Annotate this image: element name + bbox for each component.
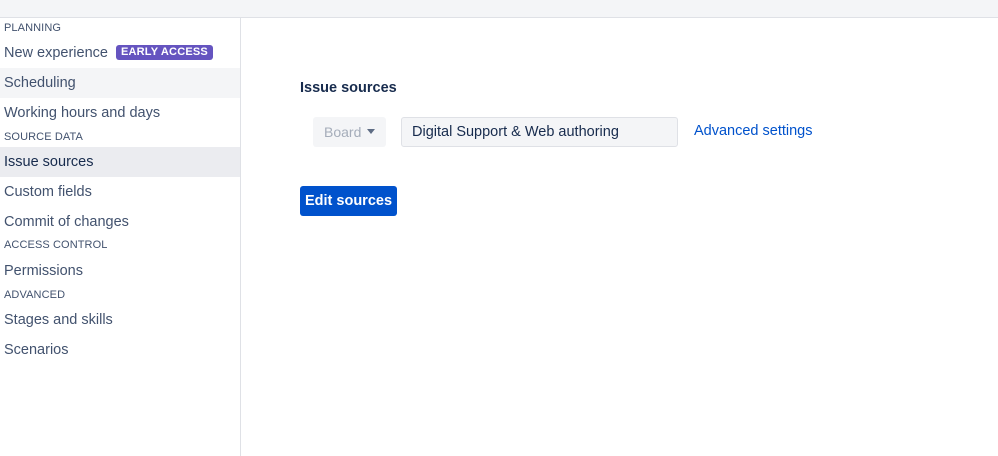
- section-heading-advanced: ADVANCED: [4, 289, 66, 301]
- sidebar-item-label: New experience: [4, 45, 108, 61]
- edit-sources-button[interactable]: Edit sources: [300, 186, 397, 216]
- sidebar-item-label: Scenarios: [4, 342, 69, 358]
- sidebar-item-label: Issue sources: [4, 154, 94, 170]
- section-heading-planning: PLANNING: [4, 22, 62, 34]
- sidebar-item-label: Permissions: [4, 263, 83, 279]
- sidebar-item-label: Scheduling: [4, 75, 76, 91]
- chevron-down-icon: [367, 129, 375, 134]
- sidebar-item-label: Commit of changes: [4, 214, 129, 230]
- board-select-value: Board: [324, 124, 362, 140]
- sidebar-item-new-experience[interactable]: New experience EARLY ACCESS: [0, 38, 240, 68]
- sidebar-item-stages-skills[interactable]: Stages and skills: [0, 305, 240, 335]
- sidebar-item-permissions[interactable]: Permissions: [0, 256, 240, 286]
- top-bar: [0, 0, 998, 18]
- main-content: Issue sources Board Advanced settings Ed…: [241, 18, 998, 456]
- sidebar-item-custom-fields[interactable]: Custom fields: [0, 177, 240, 207]
- sidebar-item-label: Working hours and days: [4, 105, 161, 121]
- sidebar-item-working-hours[interactable]: Working hours and days: [0, 98, 240, 128]
- sidebar-item-commit-changes[interactable]: Commit of changes: [0, 207, 240, 237]
- sidebar-item-label: Stages and skills: [4, 312, 113, 328]
- section-heading-access-control: ACCESS CONTROL: [4, 239, 108, 251]
- sidebar-item-issue-sources[interactable]: Issue sources: [0, 147, 240, 177]
- early-access-badge: EARLY ACCESS: [115, 45, 213, 60]
- sidebar-item-scheduling[interactable]: Scheduling: [0, 68, 240, 98]
- settings-sidebar: PLANNING New experience EARLY ACCESS Sche…: [0, 18, 241, 456]
- sidebar-item-scenarios[interactable]: Scenarios: [0, 335, 240, 365]
- board-select[interactable]: Board: [313, 117, 386, 147]
- sidebar-item-label: Custom fields: [4, 184, 92, 200]
- section-heading-source-data: SOURCE DATA: [4, 131, 83, 143]
- page-title: Issue sources: [300, 80, 397, 96]
- advanced-settings-link[interactable]: Advanced settings: [694, 123, 813, 139]
- source-field[interactable]: [401, 117, 678, 147]
